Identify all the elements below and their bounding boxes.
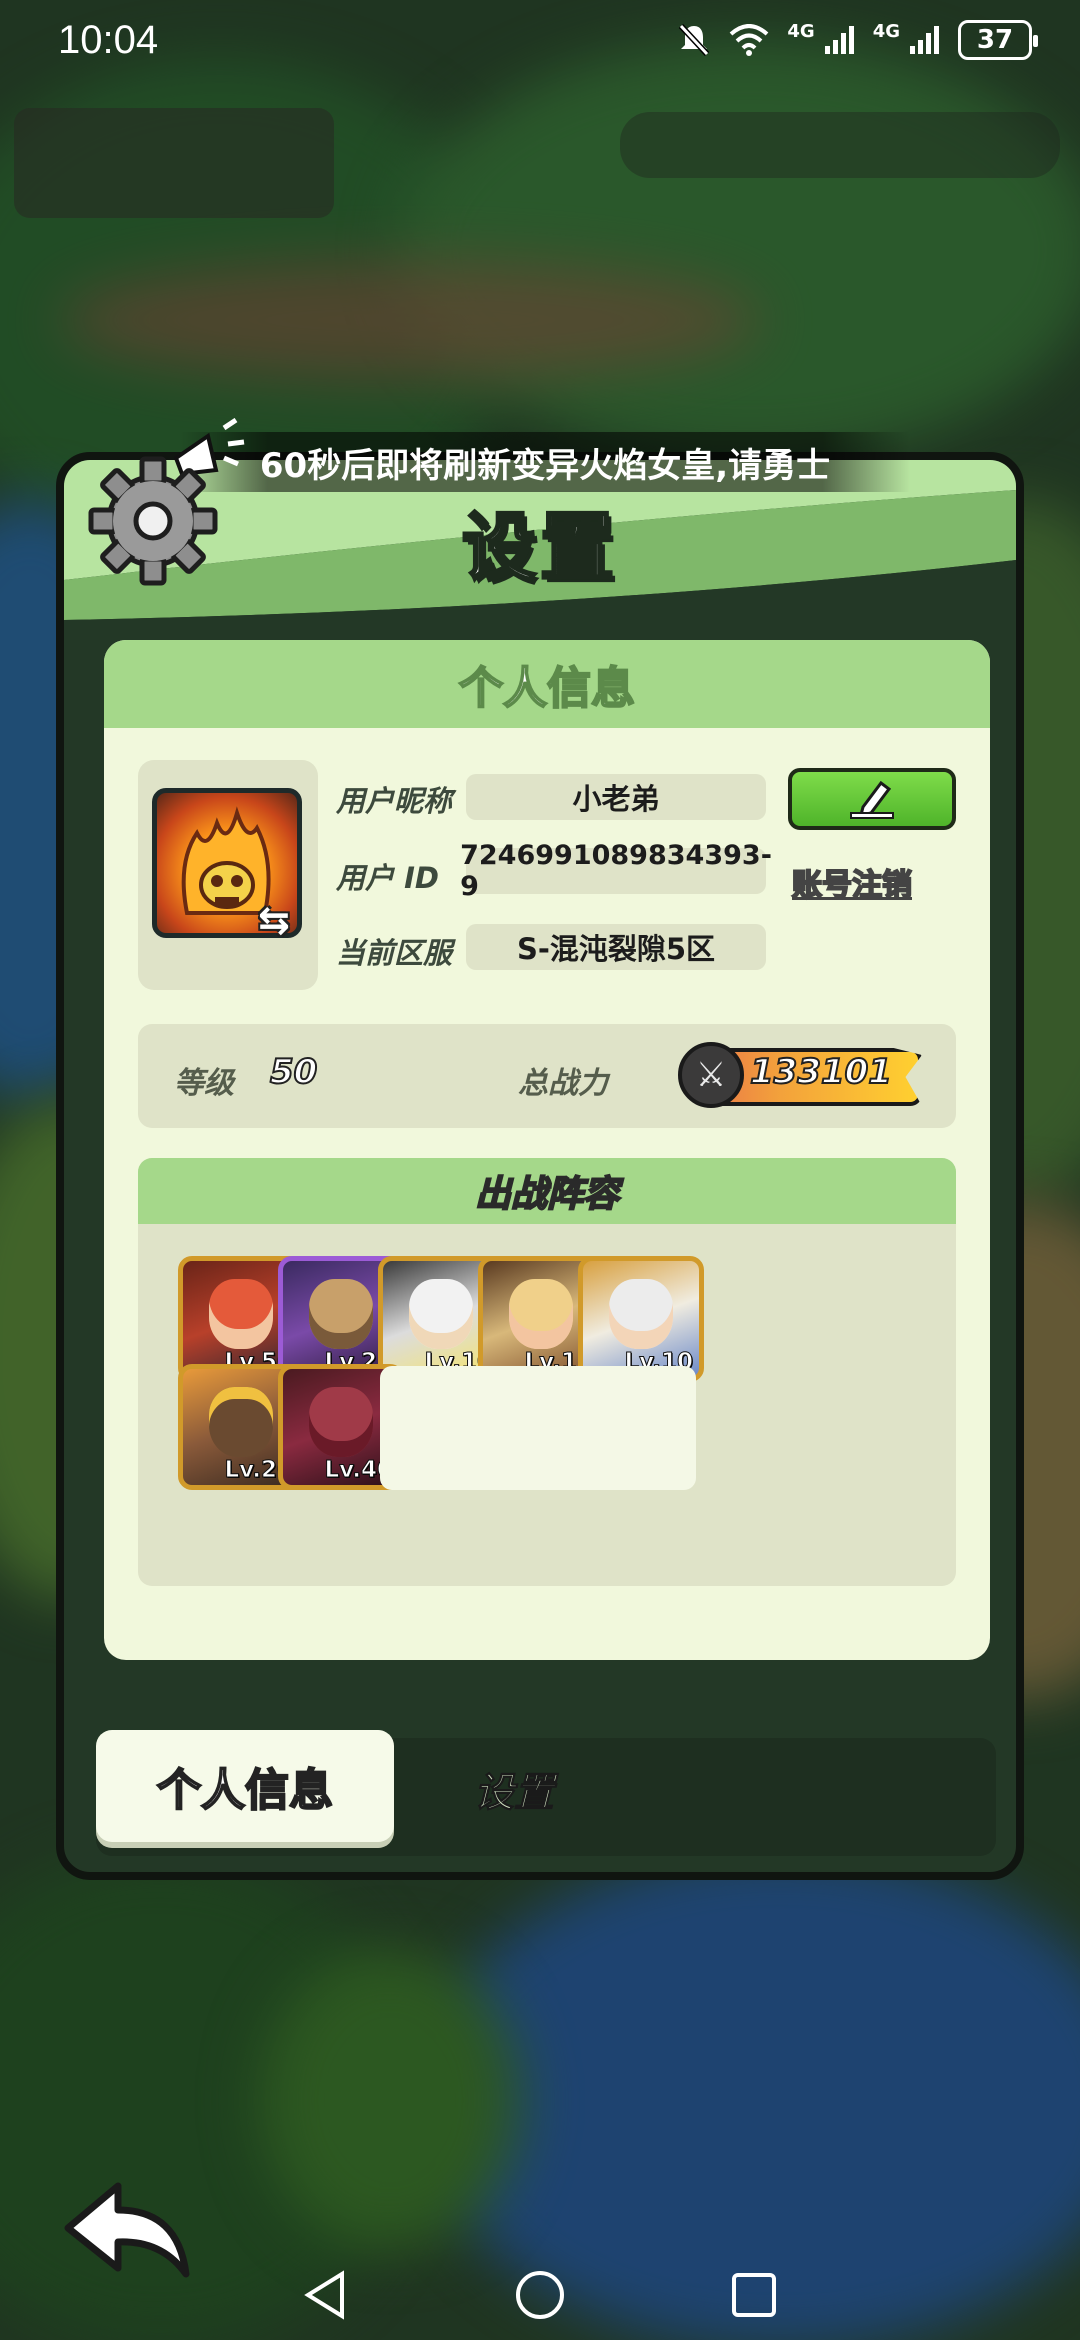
stats-bar: 等级 50 总战力 ⚔ 133101 (138, 1024, 956, 1128)
edit-nickname-button[interactable] (788, 768, 956, 830)
signal-icon (824, 26, 854, 54)
mute-bell-icon (679, 23, 710, 57)
status-bar: 10:04 4G 4G 37 (0, 0, 1080, 80)
account-deletion-link[interactable]: 账号注销 (791, 860, 913, 904)
swap-icon[interactable]: ⇆ (258, 898, 302, 942)
tab-personal-info[interactable]: 个人信息 (96, 1730, 394, 1842)
sword-icon: ⚔ (678, 1042, 744, 1108)
user-id-field: 7246991089834393­9 (460, 840, 772, 902)
hero-portrait (509, 1279, 573, 1349)
card-title: 个人信息 (104, 640, 990, 728)
blurred-player-hud (14, 108, 334, 218)
level-label: 等级 (174, 1066, 234, 1101)
server-label: 当前区服 (336, 936, 453, 970)
avatar-box: ⇆ (138, 760, 318, 990)
server-value: S-混沌裂隙5区 (516, 932, 716, 966)
battery-level: 37 (976, 25, 1014, 55)
nickname-value: 小老弟 (572, 782, 660, 816)
network-type-label: 4G (787, 20, 815, 42)
tab-settings[interactable]: 设置 (474, 1760, 555, 1818)
nav-back-icon[interactable] (302, 2270, 350, 2320)
status-icons: 4G 4G 37 (677, 20, 1038, 60)
hero-portrait (309, 1387, 373, 1457)
user-id-value: 7246991089834393­9 (460, 840, 772, 902)
system-nav-bar (0, 2250, 1080, 2340)
settings-panel: 设置 个人信息 ⇆ 用户昵称 小老弟 用户 ID 724699108983439… (56, 452, 1024, 1880)
battle-lineup: 出战阵容 Lv.50 Lv.25 Lv.10 Lv.15 Lv.10 Lv.20… (138, 1158, 956, 1586)
nickname-field: 小老弟 (466, 774, 766, 820)
blurred-resource-hud (620, 112, 1060, 178)
lineup-title: 出战阵容 (138, 1158, 956, 1224)
network-type-label-2: 4G (872, 20, 900, 42)
hero-portrait (609, 1279, 673, 1349)
battery-indicator: 37 (958, 20, 1038, 60)
nickname-label: 用户昵称 (336, 784, 453, 818)
hero-portrait (309, 1279, 373, 1349)
server-field: S-混沌裂隙5区 (466, 924, 766, 970)
settings-gear-icon (88, 456, 218, 586)
nav-home-icon[interactable] (514, 2269, 566, 2321)
hero-slot-5[interactable]: Lv.10 (578, 1256, 704, 1382)
announcement-banner: 60秒后即将刷新变异火焰女皇,请勇士 (180, 432, 910, 492)
level-value: 50 (269, 1051, 318, 1093)
hero-portrait (209, 1387, 273, 1457)
hero-portrait (409, 1279, 473, 1349)
power-value: 133101 (749, 1051, 893, 1093)
announcement-text: 60秒后即将刷新变异火焰女皇,请勇士 (259, 445, 831, 486)
power-label: 总战力 (518, 1066, 608, 1101)
wifi-icon (730, 24, 769, 56)
user-id-label: 用户 ID (336, 861, 439, 895)
signal-icon-2 (910, 26, 939, 54)
status-time: 10:04 (58, 17, 159, 62)
personal-info-card: 个人信息 ⇆ 用户昵称 小老弟 用户 ID 724699 (104, 640, 990, 1660)
hero-portrait (209, 1279, 273, 1349)
nav-recents-icon[interactable] (730, 2271, 778, 2319)
edit-pencil-icon (850, 780, 894, 819)
empty-hero-slot[interactable] (576, 1366, 696, 1490)
